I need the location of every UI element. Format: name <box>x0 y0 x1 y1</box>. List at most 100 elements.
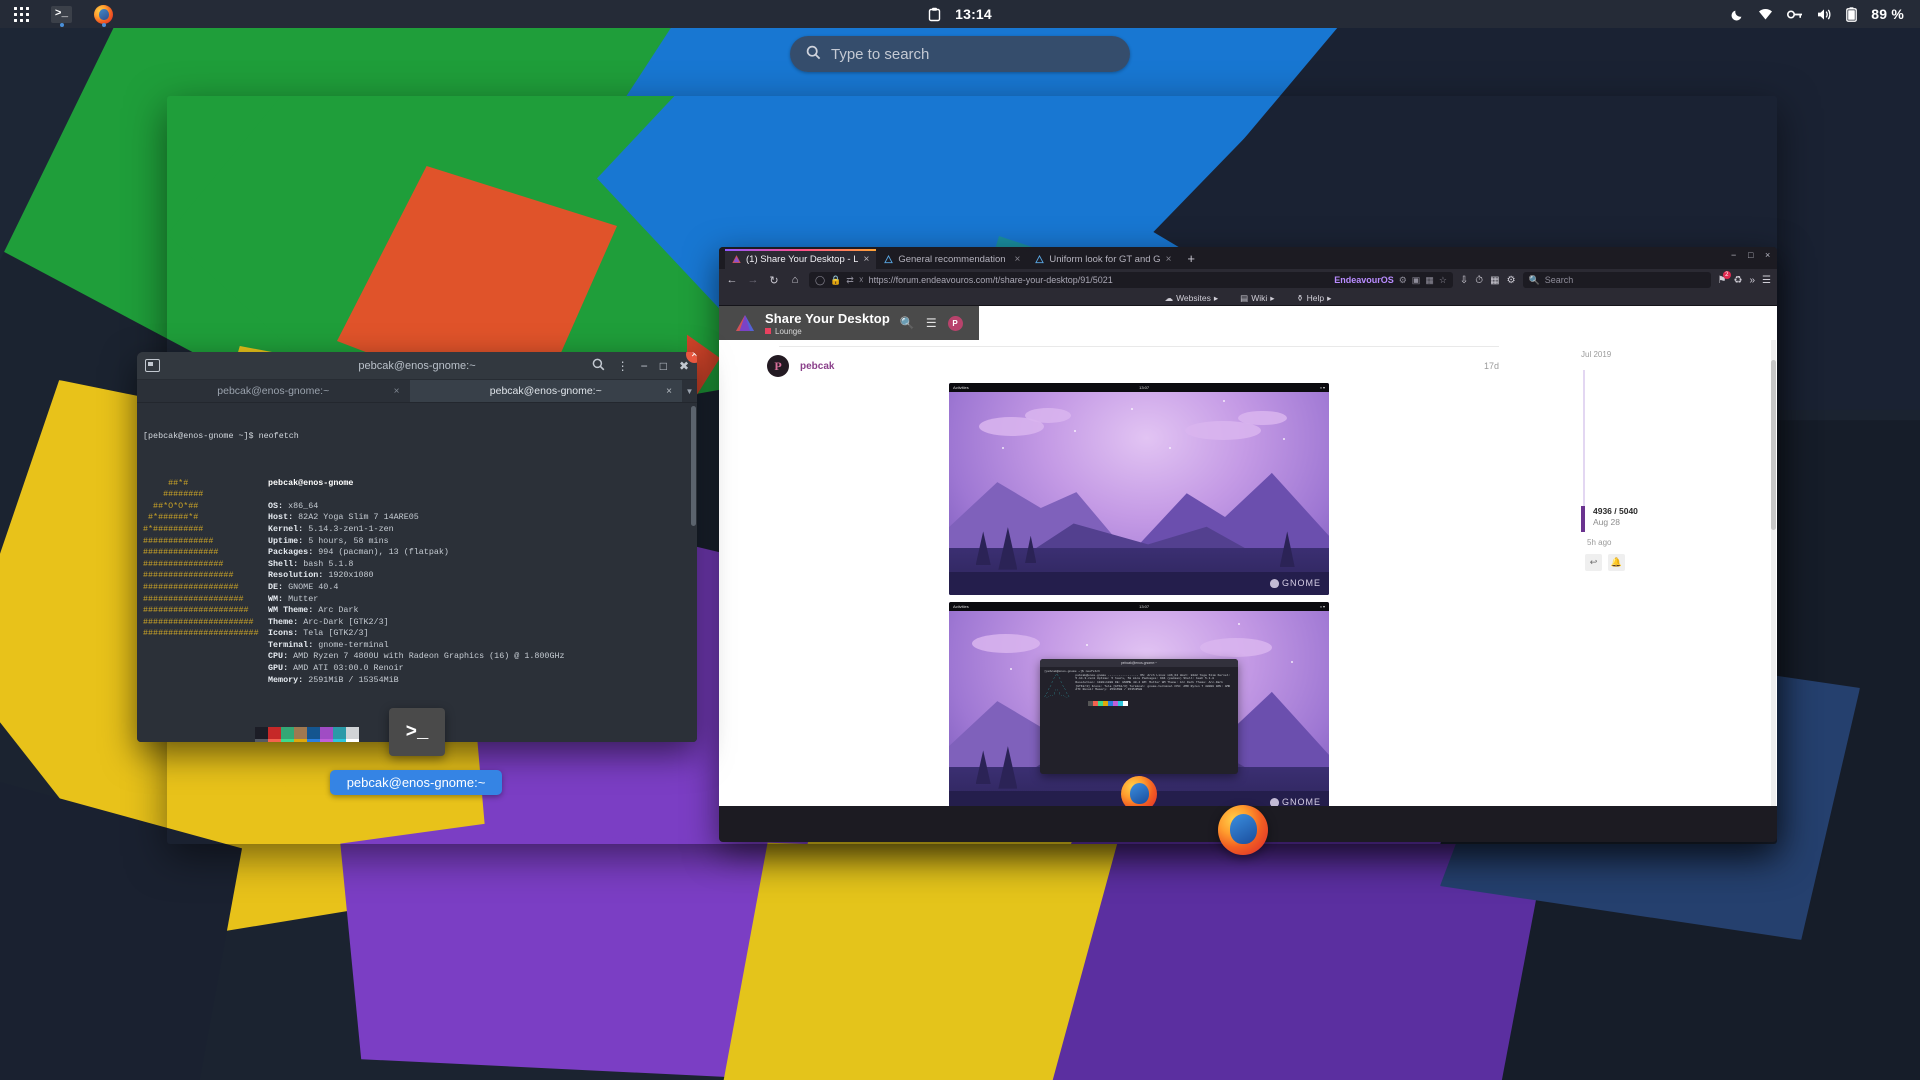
bell-icon[interactable]: 🔔 <box>1608 554 1625 571</box>
browser-window-controls: − □ × <box>1731 251 1773 260</box>
extensions-icon[interactable]: ▦ <box>1490 275 1499 286</box>
terminal-output[interactable]: [pebcak@enos-gnome ~]$ neofetch ##*# ###… <box>137 403 697 742</box>
container-icon[interactable]: ⚙ <box>1399 275 1407 286</box>
post-author[interactable]: pebcak <box>800 361 834 372</box>
reply-icon[interactable]: ↩ <box>1585 554 1602 571</box>
close-button[interactable]: × <box>1765 251 1773 260</box>
terminal-command-line: [pebcak@enos-gnome ~]$ neofetch <box>143 431 299 442</box>
reader-mode-icon[interactable]: ⇄ <box>846 275 854 286</box>
shield-badge-icon[interactable]: ⚙ <box>1507 275 1516 286</box>
overview-firefox-thumbnail-icon[interactable] <box>1218 805 1268 855</box>
search-icon[interactable] <box>592 358 605 374</box>
overflow-icon[interactable]: » <box>1749 275 1755 286</box>
timeline-track[interactable] <box>1583 370 1585 506</box>
terminal-tab-close-icon[interactable]: × <box>666 386 672 397</box>
url-address-bar[interactable]: ◯ 🔒 ⇄ ☓ https://forum.endeavouros.com/t/… <box>809 272 1453 288</box>
forward-button[interactable]: → <box>746 274 760 286</box>
browser-search-box[interactable]: 🔍 Search <box>1522 272 1711 288</box>
dock-item-terminal[interactable]: >_ <box>51 0 72 28</box>
timeline-actions: ↩ 🔔 <box>1585 554 1625 571</box>
neofetch-packages: 994 (pacman), 13 (flatpak) <box>318 547 449 558</box>
bookmark-websites[interactable]: ☁ Websites ▸ <box>1165 293 1219 304</box>
reload-button[interactable]: ↻ <box>767 274 781 287</box>
search-input[interactable] <box>831 45 1114 63</box>
avatar[interactable]: P <box>767 355 789 377</box>
endeavouros-logo-icon <box>736 315 754 331</box>
browser-tab-2[interactable]: Uniform look for GT and G × <box>1028 249 1179 269</box>
terminal-tab-0[interactable]: pebcak@enos-gnome:~ × <box>137 380 410 402</box>
search-icon[interactable]: 🔍 <box>900 316 915 330</box>
sync-icon[interactable]: ♻ <box>1734 275 1743 286</box>
shield-icon[interactable]: ◯ <box>815 275 825 286</box>
timeline-last-activity: 5h ago <box>1587 538 1612 547</box>
timeline-start-date: Jul 2019 <box>1581 350 1612 359</box>
browser-toolbar-right: ⚑ 2 ♻ » ☰ <box>1718 270 1771 286</box>
overview-search-entry[interactable] <box>790 36 1130 72</box>
home-button[interactable]: ⌂ <box>788 274 802 286</box>
show-applications-button[interactable] <box>14 0 29 28</box>
container-identity-label[interactable]: EndeavourOS <box>1334 275 1394 285</box>
screenshot-topbar: Activities 13:07 ◑ ▾ <box>949 602 1329 611</box>
pocket-icon[interactable]: ⚑ 2 <box>1718 270 1731 286</box>
gnome-terminal-window[interactable]: ✕ pebcak@enos-gnome:~ ⋮ − □ ✖ pebcak@eno… <box>137 352 697 742</box>
hamburger-icon[interactable]: ☰ <box>926 316 937 330</box>
app-grid-icon <box>14 6 29 22</box>
clipboard-icon[interactable] <box>928 7 941 22</box>
post-timestamp: 17d <box>1483 361 1499 371</box>
back-button[interactable]: ← <box>725 274 739 286</box>
minimize-button[interactable]: − <box>1731 251 1739 260</box>
overview-terminal-thumbnail[interactable]: >_ <box>389 708 445 756</box>
clock[interactable]: 13:14 <box>955 6 992 22</box>
chevron-down-icon[interactable]: ▼ <box>682 380 697 402</box>
maximize-button[interactable]: □ <box>660 359 667 373</box>
menu-icon[interactable]: ⋮ <box>617 359 629 373</box>
page-scrollbar-thumb[interactable] <box>1771 360 1776 530</box>
post-image-desktop-terminal[interactable]: Activities 13:07 ◑ ▾ pebcak@enos-gnome:~ [… <box>949 602 1329 806</box>
terminal-tab-1[interactable]: pebcak@enos-gnome:~ × <box>409 380 682 402</box>
sidebar-icon[interactable]: ▣ <box>1412 275 1421 286</box>
bookmark-star-icon[interactable]: ☆ <box>1439 275 1447 286</box>
terminal-titlebar[interactable]: pebcak@enos-gnome:~ ⋮ − □ ✖ <box>137 352 697 380</box>
browser-tab-1[interactable]: General recommendation × <box>877 249 1028 269</box>
firefox-window[interactable]: (1) Share Your Desktop - L × General rec… <box>719 247 1777 842</box>
post-image-desktop-clean[interactable]: Activities 13:07 ◑ ▾ GNOME <box>949 383 1329 595</box>
neofetch-icons: Tela [GTK2/3] <box>303 628 369 639</box>
avatar[interactable]: P <box>947 315 963 331</box>
chevron-right-icon: ▸ <box>1213 292 1219 303</box>
new-window-icon[interactable] <box>145 359 160 372</box>
page-scrollbar[interactable] <box>1771 340 1776 806</box>
close-button[interactable]: ✖ <box>679 359 689 373</box>
system-status-area[interactable]: 89 % <box>1731 6 1920 22</box>
wrench-icon: ⚱ <box>1296 292 1304 303</box>
new-tab-button[interactable]: + <box>1179 249 1203 269</box>
browser-tab-close-icon[interactable]: × <box>1166 254 1172 265</box>
bookmark-label: Wiki <box>1251 293 1268 303</box>
browser-tab-label: Uniform look for GT and G <box>1049 253 1161 265</box>
browser-tab-0[interactable]: (1) Share Your Desktop - L × <box>725 249 877 269</box>
cloud <box>971 633 1041 653</box>
bookmark-help[interactable]: ⚱ Help ▸ <box>1297 293 1332 304</box>
no-track-icon[interactable]: ☓ <box>859 275 864 286</box>
download-icon[interactable]: ⇩ <box>1460 275 1468 286</box>
timeline-handle[interactable] <box>1581 506 1585 532</box>
neofetch-kernel: 5.14.3-zen1-1-zen <box>308 523 394 534</box>
terminal-scrollbar[interactable] <box>691 406 696 526</box>
terminal-titlebar-right: ⋮ − □ ✖ <box>592 358 689 374</box>
terminal-tab-close-icon[interactable]: × <box>394 386 400 397</box>
grid-icon[interactable]: ▦ <box>1425 275 1434 286</box>
minimize-button[interactable]: − <box>641 359 648 373</box>
dock-item-firefox[interactable] <box>94 0 113 28</box>
bookmark-wiki[interactable]: ▤ Wiki ▸ <box>1240 293 1274 304</box>
history-icon[interactable]: ⏱ <box>1475 275 1483 286</box>
neofetch-userhost: pebcak@enos-gnome <box>268 477 354 488</box>
topic-timeline[interactable]: Jul 2019 4936 / 5040 Aug 28 5h ago ↩ 🔔 <box>1559 340 1777 806</box>
lock-icon[interactable]: 🔒 <box>830 275 841 286</box>
chevron-right-icon: ▸ <box>1327 292 1332 303</box>
browser-tab-close-icon[interactable]: × <box>863 254 869 265</box>
menu-icon[interactable]: ☰ <box>1762 275 1771 286</box>
top-bar-left-group: >_ <box>0 0 113 28</box>
browser-tab-close-icon[interactable]: × <box>1014 254 1020 265</box>
neofetch-cpu: AMD Ryzen 7 4800U with Radeon Graphics (… <box>293 651 565 662</box>
maximize-button[interactable]: □ <box>1748 251 1756 260</box>
inner-term-content: /\ / \ / \ / \ / ,, \ / | | \ /_-'' ''-_… <box>1044 673 1231 699</box>
